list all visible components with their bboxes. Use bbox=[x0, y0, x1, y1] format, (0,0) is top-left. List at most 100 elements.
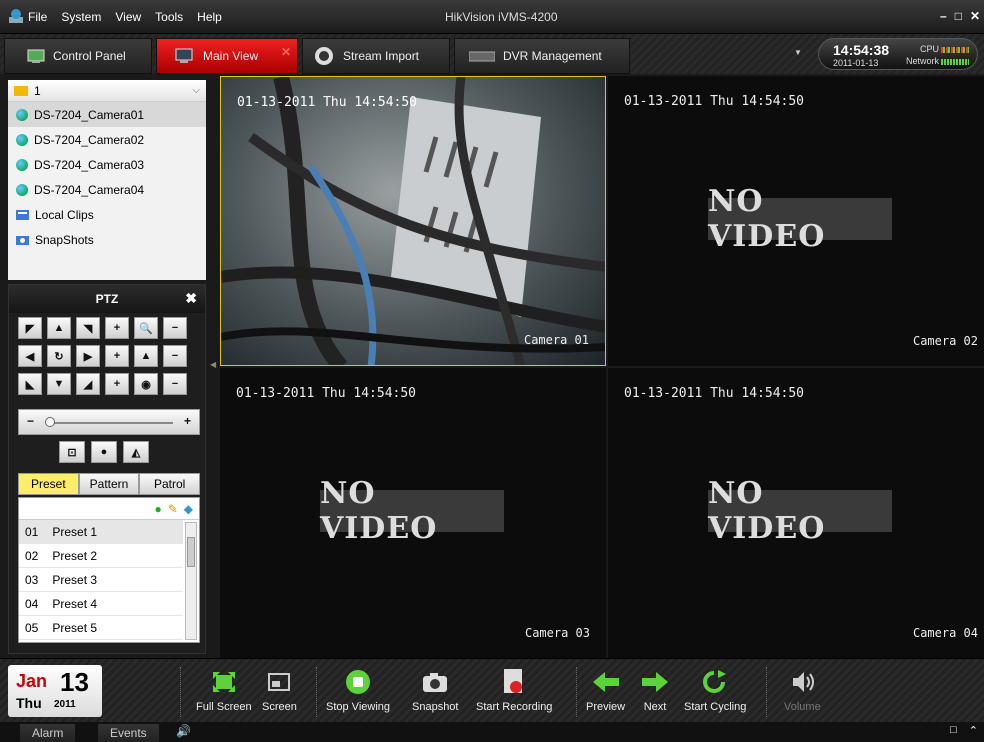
ptz-speed-slider[interactable]: − + bbox=[18, 409, 200, 435]
slider-minus-icon[interactable]: − bbox=[27, 414, 34, 428]
screen-layout-button[interactable]: Screen bbox=[262, 669, 297, 713]
iris-open-button[interactable]: + bbox=[105, 373, 129, 395]
pan-down-right-button[interactable]: ◢ bbox=[76, 373, 100, 395]
next-button[interactable]: Next bbox=[642, 669, 668, 713]
snapshot-button[interactable]: Snapshot bbox=[412, 669, 458, 713]
record-icon bbox=[504, 669, 523, 693]
menu-help[interactable]: Help bbox=[197, 10, 222, 24]
pan-right-button[interactable]: ▶ bbox=[76, 345, 100, 367]
tree-item-label: Local Clips bbox=[35, 207, 94, 222]
tab-dropdown-icon[interactable]: ▼ bbox=[794, 48, 802, 57]
focus-far-button[interactable]: − bbox=[163, 345, 187, 367]
set-preset-icon[interactable]: ✎ bbox=[168, 502, 178, 516]
main-view-icon bbox=[175, 48, 193, 63]
preset-number: 03 bbox=[25, 572, 39, 587]
arrow-right-icon bbox=[642, 672, 668, 692]
close-icon[interactable]: ✖ bbox=[185, 290, 197, 307]
zoom-out-button[interactable]: − bbox=[163, 317, 187, 339]
tab-preset[interactable]: Preset bbox=[18, 473, 79, 495]
tree-item-camera04[interactable]: DS-7204_Camera04 bbox=[8, 177, 206, 202]
calendar-widget[interactable]: Jan 13 Thu 2011 bbox=[8, 665, 102, 717]
tab-pattern[interactable]: Pattern bbox=[78, 473, 140, 495]
expand-panel-icon[interactable]: ⌃ bbox=[969, 724, 978, 737]
collapse-arrow-icon[interactable]: ◀ bbox=[210, 360, 216, 369]
pan-up-button[interactable]: ▲ bbox=[47, 317, 71, 339]
preview-button[interactable]: Preview bbox=[586, 669, 625, 713]
list-item[interactable]: 03 Preset 3 bbox=[19, 568, 183, 592]
maximize-icon[interactable]: □ bbox=[955, 9, 962, 23]
stop-viewing-button[interactable]: Stop Viewing bbox=[326, 669, 390, 713]
tree-item-camera01[interactable]: DS-7204_Camera01 bbox=[8, 102, 206, 127]
calendar-year: 2011 bbox=[54, 699, 76, 710]
auto-rotate-button[interactable]: ↻ bbox=[47, 345, 71, 367]
restore-panel-icon[interactable]: □ bbox=[950, 724, 957, 737]
video-tile-3[interactable]: 01-13-2011 Thu 14:54:50 NO VIDEO Camera … bbox=[220, 368, 606, 658]
tree-item-local-clips[interactable]: Local Clips bbox=[8, 202, 206, 227]
tree-item-label: DS-7204_Camera01 bbox=[34, 107, 145, 122]
toolbar-divider bbox=[316, 667, 317, 717]
pan-down-left-button[interactable]: ◣ bbox=[18, 373, 42, 395]
video-tile-2[interactable]: 01-13-2011 Thu 14:54:50 NO VIDEO Camera … bbox=[608, 76, 984, 366]
tab-main-view[interactable]: Main View ✕ bbox=[156, 38, 298, 74]
minimize-icon[interactable]: – bbox=[940, 9, 947, 23]
slider-plus-icon[interactable]: + bbox=[184, 414, 191, 428]
group-selector[interactable]: 1 ⌵ bbox=[8, 80, 206, 102]
close-icon[interactable]: ✕ bbox=[970, 9, 980, 23]
tab-control-panel[interactable]: Control Panel bbox=[4, 38, 152, 74]
camera-icon bbox=[16, 183, 28, 196]
3d-zoom-icon[interactable]: ⊡ bbox=[59, 441, 85, 463]
pan-down-button[interactable]: ▼ bbox=[47, 373, 71, 395]
video-tile-4[interactable]: 01-13-2011 Thu 14:54:50 NO VIDEO Camera … bbox=[608, 368, 984, 658]
list-item[interactable]: 05 Preset 5 bbox=[19, 616, 183, 640]
zoom-icon: 🔍 bbox=[134, 317, 158, 339]
toolbar-label: Volume bbox=[784, 701, 821, 713]
light-icon[interactable]: ● bbox=[91, 441, 117, 463]
tab-dvr-management[interactable]: DVR Management bbox=[454, 38, 630, 74]
tab-label: DVR Management bbox=[503, 49, 602, 63]
stream-import-icon bbox=[315, 47, 333, 65]
video-tile-1[interactable]: 01-13-2011 Thu 14:54:50 Camera 01 bbox=[220, 76, 606, 366]
full-screen-button[interactable]: Full Screen bbox=[196, 669, 252, 713]
tree-item-snapshots[interactable]: SnapShots bbox=[8, 227, 206, 252]
tab-patrol[interactable]: Patrol bbox=[139, 473, 201, 495]
status-bar: Alarm Events 🔊 □ ⌃ bbox=[0, 722, 984, 742]
camera-icon bbox=[16, 133, 28, 146]
list-item[interactable]: 04 Preset 4 bbox=[19, 592, 183, 616]
scrollbar-thumb[interactable] bbox=[187, 537, 195, 567]
tree-item-camera02[interactable]: DS-7204_Camera02 bbox=[8, 127, 206, 152]
toolbar-label: Start Recording bbox=[476, 701, 553, 713]
tab-alarm[interactable]: Alarm bbox=[20, 724, 76, 742]
slider-handle[interactable] bbox=[45, 417, 55, 427]
menu-file[interactable]: File bbox=[28, 10, 47, 24]
delete-preset-icon[interactable]: ◆ bbox=[184, 502, 193, 516]
folder-icon bbox=[14, 86, 28, 96]
menu-system[interactable]: System bbox=[61, 10, 101, 24]
pan-left-button[interactable]: ◀ bbox=[18, 345, 42, 367]
wiper-icon[interactable]: ◭ bbox=[123, 441, 149, 463]
focus-near-button[interactable]: + bbox=[105, 345, 129, 367]
list-item[interactable]: 01 Preset 1 bbox=[19, 520, 183, 544]
pan-up-right-button[interactable]: ◥ bbox=[76, 317, 100, 339]
no-video-label: NO VIDEO bbox=[708, 184, 892, 254]
start-cycling-button[interactable]: Start Cycling bbox=[684, 669, 746, 713]
pan-up-left-button[interactable]: ◤ bbox=[18, 317, 42, 339]
call-preset-icon[interactable]: ● bbox=[154, 502, 161, 516]
menu-tools[interactable]: Tools bbox=[155, 10, 183, 24]
start-recording-button[interactable]: Start Recording bbox=[476, 669, 552, 713]
dvr-icon bbox=[469, 51, 495, 62]
tab-stream-import[interactable]: Stream Import bbox=[302, 38, 450, 74]
menu-view[interactable]: View bbox=[115, 10, 141, 24]
iris-close-button[interactable]: − bbox=[163, 373, 187, 395]
zoom-in-button[interactable]: + bbox=[105, 317, 129, 339]
preset-scrollbar[interactable] bbox=[185, 522, 197, 640]
network-bar-icon bbox=[941, 58, 969, 65]
list-item[interactable]: 02 Preset 2 bbox=[19, 544, 183, 568]
tree-item-label: DS-7204_Camera02 bbox=[34, 132, 145, 147]
tab-close-icon[interactable]: ✕ bbox=[281, 45, 291, 59]
chevron-down-icon[interactable]: ⌵ bbox=[192, 85, 200, 96]
speaker-icon[interactable]: 🔊 bbox=[176, 724, 191, 738]
tree-item-camera03[interactable]: DS-7204_Camera03 bbox=[8, 152, 206, 177]
tab-events[interactable]: Events bbox=[98, 724, 159, 742]
volume-button[interactable]: Volume bbox=[784, 669, 821, 713]
device-tree-panel: 1 ⌵ DS-7204_Camera01 DS-7204_Camera02 DS… bbox=[8, 80, 206, 280]
